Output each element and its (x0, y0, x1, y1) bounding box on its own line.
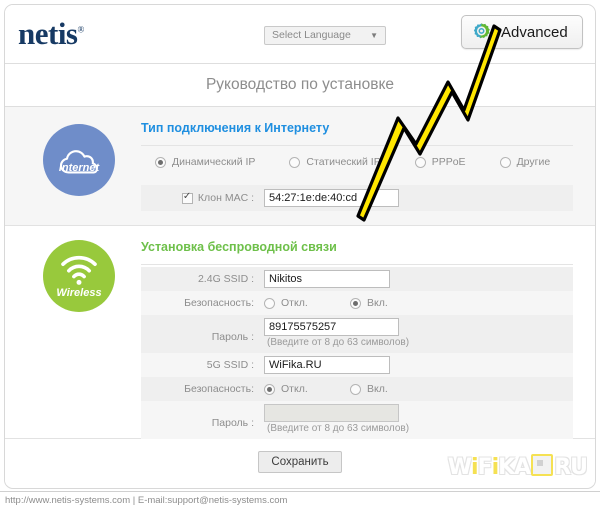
wireless-section-body: Установка беспроводной связи 2.4G SSID :… (141, 226, 595, 439)
password-5g-label: Пароль : (141, 401, 261, 439)
security-5g-on-option[interactable]: Вкл. (350, 383, 388, 395)
password-24g-row: Пароль : 89175575257 (Введите от 8 до 63… (141, 315, 573, 353)
save-button[interactable]: Сохранить (258, 451, 341, 473)
conn-option-other[interactable]: Другие (500, 156, 551, 168)
security-24g-label: Безопасность: (141, 297, 261, 309)
security-5g-row: Безопасность: Откл. Вкл. (141, 377, 573, 401)
wireless-section: Wireless Установка беспроводной связи 2.… (5, 226, 595, 439)
gear-icon (471, 22, 492, 43)
language-select-label: Select Language (272, 29, 351, 41)
security-5g-off-label: Откл. (281, 383, 308, 395)
ssid-24g-label: 2.4G SSID : (141, 273, 261, 285)
security-24g-on-label: Вкл. (367, 297, 388, 309)
radio-icon[interactable] (155, 157, 166, 168)
password-5g-field-cell: (Введите от 8 до 63 символов) (261, 401, 573, 439)
password-24g-input[interactable]: 89175575257 (264, 318, 399, 336)
qr-code-icon (531, 454, 553, 476)
mac-clone-field-cell: 54:27:1e:de:40:cd (261, 189, 573, 207)
password-24g-hint: (Введите от 8 до 63 символов) (264, 336, 409, 351)
internet-section-heading: Тип подключения к Интернету (141, 107, 573, 145)
radio-icon[interactable] (500, 157, 511, 168)
internet-section: internet Тип подключения к Интернету Дин… (5, 107, 595, 226)
wireless-icon-label: Wireless (56, 287, 101, 299)
registered-mark-icon: ® (78, 25, 84, 35)
ssid-5g-input[interactable]: WiFika.RU (264, 356, 390, 374)
internet-icon-label: internet (59, 162, 99, 174)
conn-option-label: PPPoE (432, 156, 466, 168)
internet-section-body: Тип подключения к Интернету Динамический… (141, 107, 595, 211)
radio-icon[interactable] (350, 298, 361, 309)
radio-icon[interactable] (415, 157, 426, 168)
watermark-ru: RU (554, 455, 587, 480)
password-5g-input[interactable] (264, 404, 399, 422)
watermark-f: F (478, 455, 492, 480)
security-5g-on-label: Вкл. (367, 383, 388, 395)
security-24g-field-cell: Откл. Вкл. (261, 297, 573, 309)
password-5g-hint: (Введите от 8 до 63 символов) (264, 422, 409, 437)
page-header: netis® Select Language ▼ (5, 5, 595, 64)
ssid-5g-field-cell: WiFika.RU (261, 356, 573, 374)
mac-clone-label-cell: Клон MAC : (141, 192, 261, 204)
conn-option-label: Динамический IP (172, 156, 255, 168)
ssid-24g-input[interactable]: Nikitos (264, 270, 390, 288)
page-footer: http://www.netis-systems.com | E-mail:su… (0, 491, 600, 512)
footer-contact-text: http://www.netis-systems.com | E-mail:su… (0, 492, 600, 510)
advanced-button[interactable]: Advanced (461, 15, 583, 49)
page-title-bar: Руководство по установке (5, 64, 595, 107)
mac-clone-row: Клон MAC : 54:27:1e:de:40:cd (141, 185, 573, 211)
netis-logo-text: netis (18, 16, 78, 51)
password-24g-label: Пароль : (141, 315, 261, 353)
watermark-w: W (448, 455, 471, 480)
connection-type-radio-group: Динамический IP Статический IP PPPoE Дру… (141, 148, 573, 175)
page-title: Руководство по установке (206, 76, 394, 94)
advanced-button-label: Advanced (501, 24, 568, 41)
netis-logo: netis® (18, 18, 84, 49)
wireless-section-divider (141, 264, 573, 265)
radio-icon[interactable] (264, 298, 275, 309)
password-5g-row: Пароль : (Введите от 8 до 63 символов) (141, 401, 573, 439)
wireless-section-heading: Установка беспроводной связи (141, 226, 573, 264)
security-5g-off-option[interactable]: Откл. (264, 383, 350, 395)
ssid-5g-row: 5G SSID : WiFika.RU (141, 353, 573, 377)
setup-card: netis® Select Language ▼ (4, 4, 596, 489)
conn-option-static-ip[interactable]: Статический IP (289, 156, 380, 168)
conn-option-pppoe[interactable]: PPPoE (415, 156, 466, 168)
conn-option-label: Другие (517, 156, 551, 168)
radio-icon[interactable] (289, 157, 300, 168)
ssid-24g-row: 2.4G SSID : Nikitos (141, 267, 573, 291)
language-select[interactable]: Select Language ▼ (264, 26, 386, 45)
mac-address-input[interactable]: 54:27:1e:de:40:cd (264, 189, 399, 207)
wireless-signal-icon: Wireless (43, 240, 115, 312)
mac-clone-checkbox[interactable] (182, 193, 193, 204)
security-24g-off-label: Откл. (281, 297, 308, 309)
ssid-24g-field-cell: Nikitos (261, 270, 573, 288)
conn-option-dynamic-ip[interactable]: Динамический IP (155, 156, 255, 168)
mac-clone-label: Клон MAC : (198, 192, 254, 204)
router-setup-page: netis® Select Language ▼ (0, 0, 600, 512)
security-5g-label: Безопасность: (141, 383, 261, 395)
security-24g-off-option[interactable]: Откл. (264, 297, 350, 309)
radio-icon[interactable] (350, 384, 361, 395)
security-24g-on-option[interactable]: Вкл. (350, 297, 388, 309)
chevron-down-icon: ▼ (370, 27, 378, 44)
password-24g-field-cell: 89175575257 (Введите от 8 до 63 символов… (261, 315, 573, 353)
security-5g-field-cell: Откл. Вкл. (261, 383, 573, 395)
ssid-5g-label: 5G SSID : (141, 359, 261, 371)
watermark-ka: KA (498, 455, 530, 480)
internet-cloud-icon: internet (43, 124, 115, 196)
radio-icon[interactable] (264, 384, 275, 395)
wifika-watermark: WiFiKARU (448, 454, 587, 480)
security-24g-row: Безопасность: Откл. Вкл. (141, 291, 573, 315)
internet-section-divider (141, 145, 573, 146)
conn-option-label: Статический IP (306, 156, 380, 168)
